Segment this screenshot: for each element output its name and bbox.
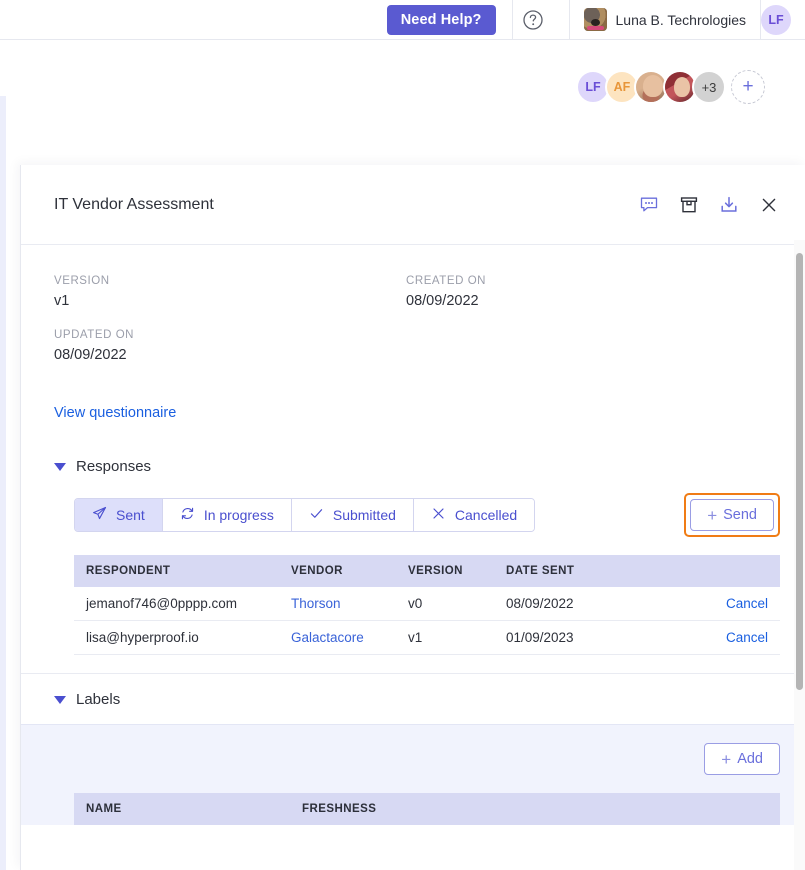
send-button-focus-ring: + Send	[684, 493, 780, 537]
cancel-link[interactable]: Cancel	[654, 587, 780, 621]
metadata-value: 08/09/2022	[54, 347, 127, 363]
table-header-row: NAME FRESHNESS	[74, 793, 780, 825]
metadata-field-updated-on: UPDATED ON 08/09/2022	[54, 329, 406, 363]
cell-date-sent: 08/09/2022	[494, 587, 654, 621]
metadata-field-empty	[406, 329, 772, 363]
cell-vendor-link[interactable]: Galactacore	[279, 620, 396, 655]
metadata-field-version: VERSION v1	[54, 275, 406, 309]
responses-table-body: jemanof746@0pppp.com Thorson v0 08/09/20…	[74, 587, 780, 655]
cell-respondent: lisa@hyperproof.io	[74, 620, 279, 655]
x-icon	[431, 506, 446, 524]
plus-icon: +	[721, 749, 732, 769]
organization-avatar	[583, 8, 607, 31]
scrollbar-thumb[interactable]	[796, 253, 803, 690]
metadata-value: v1	[54, 293, 70, 309]
chevron-down-icon	[54, 695, 66, 704]
panel-body: VERSION v1 CREATED ON 08/09/2022 UPDATED…	[21, 245, 805, 825]
column-header-actions	[654, 555, 780, 587]
send-button-label: Send	[723, 507, 757, 523]
need-help-button[interactable]: Need Help?	[386, 4, 496, 35]
collaborator-overflow-count[interactable]: +3	[692, 70, 726, 104]
tab-in-progress[interactable]: In progress	[162, 499, 292, 531]
comment-icon[interactable]	[638, 194, 660, 216]
tab-label: Sent	[116, 507, 145, 523]
responses-table-wrapper: RESPONDENT VENDOR VERSION DATE SENT jema…	[21, 537, 805, 655]
labels-section: Labels	[21, 673, 805, 724]
panel-action-bar	[638, 194, 780, 216]
organization-switcher[interactable]: Luna B. Techrologies	[570, 0, 761, 40]
tab-submitted[interactable]: Submitted	[291, 499, 414, 531]
labels-content: + Add NAME FRESHNESS	[21, 724, 805, 825]
download-icon[interactable]	[718, 194, 740, 216]
top-header-bar: Need Help? Luna B. Techrologies LF	[0, 0, 805, 40]
left-background-strip	[0, 96, 6, 870]
responses-section-header[interactable]: Responses	[54, 458, 805, 475]
cell-version: v1	[396, 620, 494, 655]
app-root: Need Help? Luna B. Techrologies LF LF AF…	[0, 0, 805, 870]
column-header-version: VERSION	[396, 555, 494, 587]
metadata-field-created-on: CREATED ON 08/09/2022	[406, 275, 772, 309]
responses-table: RESPONDENT VENDOR VERSION DATE SENT jema…	[74, 555, 780, 655]
add-label-button[interactable]: + Add	[704, 743, 780, 775]
responses-tab-group: Sent In progress Submitted Cancelled	[74, 498, 536, 532]
responses-table-head: RESPONDENT VENDOR VERSION DATE SENT	[74, 555, 780, 587]
detail-panel: IT Vendor Assessment VERSION v1 CREATED …	[20, 165, 805, 870]
labels-section-header[interactable]: Labels	[54, 691, 805, 708]
cell-version: v0	[396, 587, 494, 621]
view-questionnaire-link[interactable]: View questionnaire	[54, 405, 176, 421]
chevron-down-icon	[54, 462, 66, 471]
responses-toolbar: Sent In progress Submitted Cancelled + S…	[21, 475, 805, 537]
table-header-row: RESPONDENT VENDOR VERSION DATE SENT	[74, 555, 780, 587]
tab-label: Cancelled	[454, 507, 518, 523]
section-title-responses: Responses	[76, 458, 152, 475]
user-avatar[interactable]: LF	[761, 4, 791, 35]
metadata-label: UPDATED ON	[54, 329, 135, 341]
labels-toolbar: + Add	[74, 743, 780, 775]
metadata-label: CREATED ON	[406, 275, 487, 287]
labels-table: NAME FRESHNESS	[74, 793, 780, 825]
tab-sent[interactable]: Sent	[75, 499, 163, 531]
labels-table-head: NAME FRESHNESS	[74, 793, 780, 825]
column-header-date-sent: DATE SENT	[494, 555, 654, 587]
close-icon[interactable]	[758, 194, 780, 216]
cancel-link[interactable]: Cancel	[654, 620, 780, 655]
column-header-name: NAME	[74, 793, 290, 825]
check-icon	[309, 506, 324, 524]
column-header-freshness: FRESHNESS	[290, 793, 780, 825]
metadata-value: 08/09/2022	[406, 293, 479, 309]
panel-header: IT Vendor Assessment	[21, 165, 805, 245]
column-header-respondent: RESPONDENT	[74, 555, 279, 587]
section-title-labels: Labels	[76, 691, 121, 708]
metadata-grid: VERSION v1 CREATED ON 08/09/2022 UPDATED…	[21, 245, 805, 363]
cell-vendor-link[interactable]: Thorson	[279, 587, 396, 621]
tab-label: Submitted	[332, 507, 396, 523]
collaborator-avatar-group: LF AF +3 +	[576, 70, 765, 104]
table-row[interactable]: lisa@hyperproof.io Galactacore v1 01/09/…	[74, 620, 780, 655]
archive-icon[interactable]	[678, 194, 700, 216]
cell-respondent: jemanof746@0pppp.com	[74, 587, 279, 621]
cell-date-sent: 01/09/2023	[494, 620, 654, 655]
plus-icon: +	[707, 505, 718, 525]
table-row[interactable]: jemanof746@0pppp.com Thorson v0 08/09/20…	[74, 587, 780, 621]
help-icon[interactable]	[513, 9, 553, 31]
tab-label: In progress	[203, 507, 274, 523]
page-title: IT Vendor Assessment	[54, 195, 214, 213]
add-collaborator-icon[interactable]: +	[731, 70, 765, 104]
send-button[interactable]: + Send	[690, 499, 774, 531]
send-plane-icon	[92, 506, 107, 524]
tab-cancelled[interactable]: Cancelled	[413, 499, 535, 531]
organization-name: Luna B. Techrologies	[615, 11, 747, 28]
refresh-icon	[180, 506, 195, 524]
add-button-label: Add	[737, 751, 763, 767]
metadata-label: VERSION	[54, 275, 110, 287]
column-header-vendor: VENDOR	[279, 555, 396, 587]
